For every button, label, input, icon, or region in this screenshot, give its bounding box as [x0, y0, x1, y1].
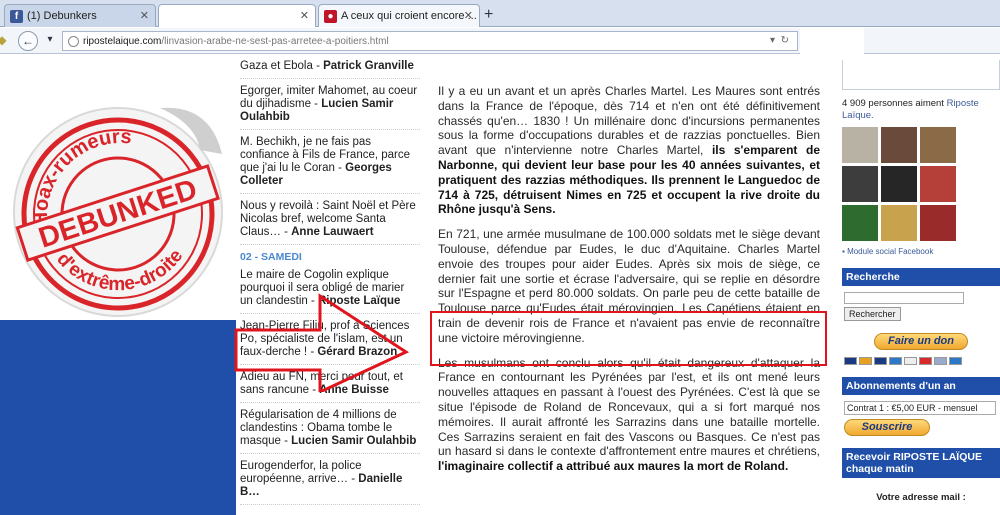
right-sidebar: 4 909 personnes aiment Riposte Laïque. ▪… [842, 60, 1000, 503]
card-icon [889, 357, 902, 365]
highlight-annotation-box [430, 311, 827, 366]
plan-select[interactable]: Contrat 1 : €5,00 EUR - mensuel [844, 401, 996, 415]
article-paragraph: Les musulmans ont conclu alors qu'il éta… [438, 356, 820, 474]
avatar[interactable] [881, 127, 917, 163]
close-icon[interactable]: ✕ [140, 9, 149, 22]
tab-riposte[interactable]: ● A ceux qui croient encore ... ✕ [318, 4, 480, 27]
url-path: /linvasion-arabe-ne-sest-pas-arretee-a-p… [161, 36, 389, 47]
list-item[interactable]: Eurogenderfor, la police européenne, arr… [240, 460, 420, 505]
avatar[interactable] [920, 166, 956, 202]
card-icon [949, 357, 962, 365]
article-paragraph: Il y a eu un avant et un après Charles M… [438, 84, 820, 217]
avatar[interactable] [842, 127, 878, 163]
avatar[interactable] [920, 127, 956, 163]
home-icon[interactable]: ◆ [0, 31, 12, 51]
item-title[interactable]: Eurogenderfor, la police européenne, arr… [240, 460, 361, 485]
tab-label: (1) Debunkers [27, 10, 97, 22]
avatar[interactable] [881, 205, 917, 241]
tab-blank[interactable]: ✕ [158, 4, 316, 27]
email-label: Votre adresse mail : [876, 492, 966, 503]
donate-button[interactable]: Faire un don [874, 333, 968, 350]
history-dropdown-icon[interactable]: ▾ [40, 31, 60, 51]
tab-debunkers[interactable]: f (1) Debunkers ✕ [4, 4, 156, 27]
avatar[interactable] [920, 205, 956, 241]
recevoir-title: Recevoir RIPOSTE LAÏQUE chaque matin [842, 448, 1000, 478]
globe-icon [68, 36, 79, 47]
fb-social-label[interactable]: ▪ Module social Facebook [842, 247, 1000, 256]
card-icon [919, 357, 932, 365]
paragraph-bold: l'imaginaire collectif a attribué aux ma… [438, 459, 789, 474]
card-icon [904, 357, 917, 365]
url-host: ripostelaique.com [83, 36, 162, 47]
subscribe-button[interactable]: Souscrire [844, 419, 930, 436]
fb-widget-top [842, 60, 1000, 90]
address-bar[interactable]: ripostelaique.com/linvasion-arabe-ne-ses… [62, 31, 798, 51]
list-item[interactable]: Régularisation de 4 millions de clandest… [240, 409, 420, 454]
abonnements-title: Abonnements d'un an [842, 377, 1000, 395]
list-item[interactable]: Egorger, imiter Mahomet, au coeur du dji… [240, 85, 420, 130]
related-articles-list: Gaza et Ebola - Patrick Granville Egorge… [240, 60, 420, 511]
search-button[interactable]: Rechercher [844, 307, 901, 321]
list-item[interactable]: Nous y revoilà : Saint Noël et Père Nico… [240, 200, 420, 245]
item-title[interactable]: Gaza et Ebola - [240, 60, 323, 72]
new-tab-button[interactable]: + [484, 6, 493, 24]
reload-icon[interactable]: ↻ [781, 35, 789, 46]
list-item[interactable]: M. Bechikh, je ne fais pas confiance à F… [240, 136, 420, 194]
fb-likes: 4 909 personnes aiment Riposte Laïque. [842, 98, 1000, 122]
payment-cards [844, 357, 1000, 365]
close-icon[interactable]: ✕ [300, 9, 309, 22]
avatar[interactable] [842, 166, 878, 202]
arrow-annotation-icon [234, 293, 410, 392]
avatar[interactable] [881, 166, 917, 202]
card-icon [874, 357, 887, 365]
debunked-stamp: Hoax-rumeurs d'extrême-droite DEBUNKED [8, 107, 223, 317]
toolbar-blank-area [800, 28, 864, 54]
ripostelaique-icon: ● [324, 10, 337, 23]
item-author[interactable]: Patrick Granville [323, 60, 414, 72]
dropdown-icon[interactable]: ▾ [770, 35, 775, 46]
article-body: Il y a eu un avant et un après Charles M… [438, 84, 820, 484]
paragraph-text: Les musulmans ont conclu alors qu'il éta… [438, 355, 820, 459]
item-author[interactable]: Anne Lauwaert [291, 226, 373, 238]
card-icon [934, 357, 947, 365]
facebook-icon: f [10, 10, 23, 23]
card-icon [859, 357, 872, 365]
likes-text: personnes aiment [865, 98, 947, 109]
search-input[interactable] [844, 292, 964, 304]
left-blue-panel [0, 320, 236, 515]
card-icon [844, 357, 857, 365]
likes-count: 4 909 [842, 98, 866, 109]
tab-strip: f (1) Debunkers ✕ ✕ ● A ceux qui croient… [0, 0, 1000, 27]
avatar[interactable] [842, 205, 878, 241]
fb-social-text: Module social Facebook [847, 247, 934, 256]
close-icon[interactable]: ✕ [464, 9, 473, 22]
date-heading: 02 - SAMEDI [240, 251, 302, 263]
item-author[interactable]: Lucien Samir Oulahbib [291, 435, 416, 447]
list-item[interactable]: Gaza et Ebola - Patrick Granville [240, 60, 420, 79]
recherche-title: Recherche [842, 268, 1000, 286]
fb-avatars [842, 127, 1000, 241]
back-button[interactable]: ← [18, 31, 38, 51]
tab-label: A ceux qui croient encore ... [341, 10, 477, 22]
